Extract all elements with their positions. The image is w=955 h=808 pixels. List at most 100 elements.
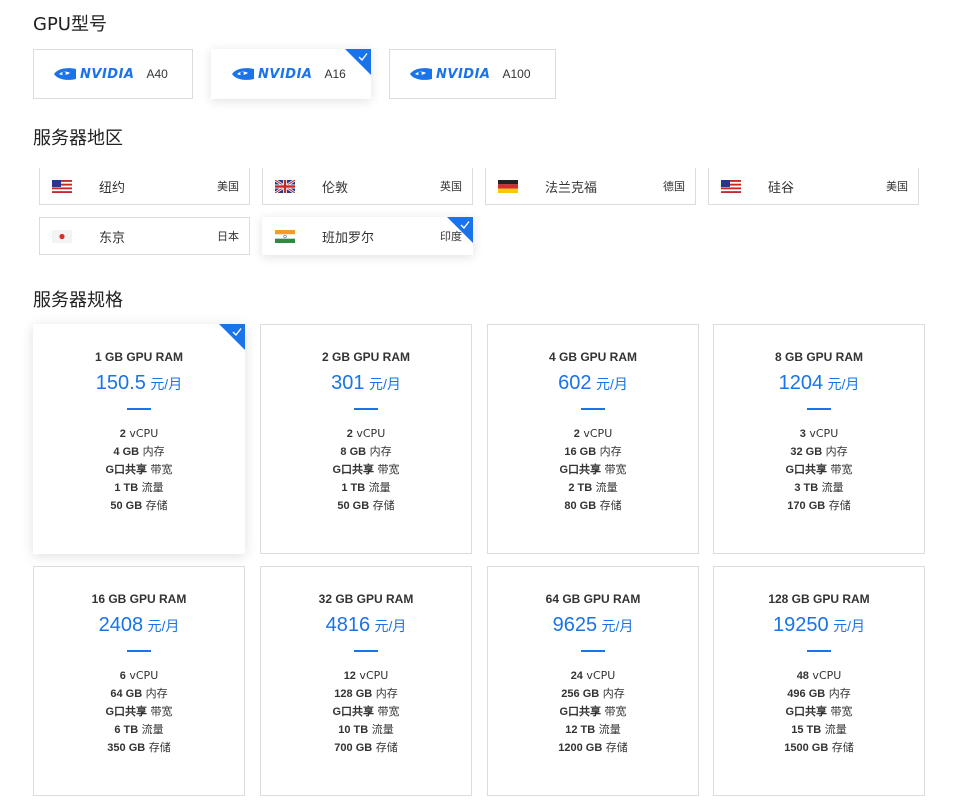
nvidia-logo-icon: NVIDIA [231,67,312,82]
spec-price: 9625 元/月 [552,614,634,636]
gpu-model-label: A16 [324,67,346,81]
spec-traffic: 1 TB 流量 [341,481,391,494]
spec-card[interactable]: 1 GB GPU RAM 150.5 元/月 2 vCPU 4 GB 内存 G口共享 带… [33,324,245,554]
spec-storage: 80 GB 存储 [564,499,622,512]
region-country: 日本 [217,230,239,243]
spec-traffic: 1 TB 流量 [114,481,164,494]
selected-check-icon [447,217,473,243]
divider [354,650,378,652]
divider [127,408,151,410]
spec-price: 2408 元/月 [98,614,180,636]
spec-memory: 256 GB 内存 [561,687,625,700]
gpu-section-title: GPU型号 [33,14,107,35]
selected-check-icon [219,324,245,350]
spec-section-title: 服务器规格 [33,290,123,311]
spec-bandwidth: G口共享 带宽 [785,463,853,476]
region-city: 纽约 [99,180,126,196]
spec-card[interactable]: 128 GB GPU RAM 19250 元/月 48 vCPU 496 GB 内存 G… [713,566,925,796]
spec-memory: 8 GB 内存 [340,445,392,458]
spec-card[interactable]: 2 GB GPU RAM 301 元/月 2 vCPU 8 GB 内存 G口共享 带宽 1… [260,324,472,554]
selected-check-icon [345,49,371,75]
jp-flag-icon [40,229,72,243]
brand-label: NVIDIA [258,66,313,82]
spec-card[interactable]: 64 GB GPU RAM 9625 元/月 24 vCPU 256 GB 内存 G口共… [487,566,699,796]
spec-gpu-ram: 128 GB GPU RAM [768,592,870,606]
gpu-option-a16[interactable]: NVIDIA A16 [211,49,371,99]
spec-price: 150.5 元/月 [95,372,183,394]
region-section-title: 服务器地区 [33,128,123,149]
spec-gpu-ram: 32 GB GPU RAM [318,592,414,606]
spec-storage: 1500 GB 存储 [784,741,854,754]
spec-memory: 16 GB 内存 [564,445,622,458]
divider [807,408,831,410]
gpu-model-label: A100 [502,67,531,81]
region-option[interactable]: 东京 日本 [39,217,250,255]
spec-bandwidth: G口共享 带宽 [332,705,400,718]
spec-vcpu: 2 vCPU [346,427,386,440]
spec-bandwidth: G口共享 带宽 [105,463,173,476]
spec-bandwidth: G口共享 带宽 [332,463,400,476]
region-city: 班加罗尔 [322,230,375,246]
divider [581,650,605,652]
spec-memory: 32 GB 内存 [790,445,848,458]
spec-gpu-ram: 2 GB GPU RAM [321,350,410,364]
us-flag-icon [40,179,72,193]
spec-gpu-ram: 8 GB GPU RAM [774,350,863,364]
spec-traffic: 3 TB 流量 [794,481,844,494]
gpu-model-label: A40 [146,67,168,81]
region-option[interactable]: 纽约 美国 [39,168,250,205]
spec-storage: 50 GB 存储 [110,499,168,512]
spec-vcpu: 12 vCPU [343,669,389,682]
spec-bandwidth: G口共享 带宽 [105,705,173,718]
spec-price: 602 元/月 [558,372,628,394]
region-option[interactable]: 班加罗尔 印度 [262,217,473,255]
uk-flag-icon [263,179,295,193]
spec-gpu-ram: 1 GB GPU RAM [94,350,183,364]
in-flag-icon [263,229,295,243]
spec-card[interactable]: 8 GB GPU RAM 1204 元/月 3 vCPU 32 GB 内存 G口共享 带… [713,324,925,554]
spec-price: 19250 元/月 [773,614,865,636]
gpu-option-a100[interactable]: NVIDIA A100 [389,49,556,99]
region-city: 伦敦 [322,180,349,196]
divider [354,408,378,410]
spec-price: 4816 元/月 [325,614,407,636]
spec-bandwidth: G口共享 带宽 [559,705,627,718]
spec-card[interactable]: 32 GB GPU RAM 4816 元/月 12 vCPU 128 GB 内存 G口共… [260,566,472,796]
gpu-option-a40[interactable]: NVIDIA A40 [33,49,193,99]
region-country: 美国 [217,180,239,193]
spec-card[interactable]: 16 GB GPU RAM 2408 元/月 6 vCPU 64 GB 内存 G口共享 … [33,566,245,796]
brand-label: NVIDIA [436,66,491,82]
spec-gpu-ram: 4 GB GPU RAM [548,350,637,364]
region-country: 德国 [663,180,685,193]
us-flag-icon [709,179,741,193]
region-option[interactable]: 法兰克福 德国 [485,168,696,205]
region-city: 东京 [99,230,126,246]
spec-bandwidth: G口共享 带宽 [785,705,853,718]
divider [581,408,605,410]
spec-vcpu: 48 vCPU [796,669,842,682]
spec-bandwidth: G口共享 带宽 [559,463,627,476]
nvidia-logo-icon: NVIDIA [53,67,134,82]
region-city: 硅谷 [768,180,795,196]
spec-vcpu: 2 vCPU [119,427,159,440]
spec-memory: 496 GB 内存 [787,687,851,700]
spec-memory: 128 GB 内存 [334,687,398,700]
spec-traffic: 6 TB 流量 [114,723,164,736]
spec-storage: 700 GB 存储 [334,741,398,754]
spec-storage: 170 GB 存储 [787,499,851,512]
spec-price: 1204 元/月 [778,372,860,394]
de-flag-icon [486,179,518,193]
region-option[interactable]: 伦敦 英国 [262,168,473,205]
region-country: 美国 [886,180,908,193]
spec-card[interactable]: 4 GB GPU RAM 602 元/月 2 vCPU 16 GB 内存 G口共享 带宽… [487,324,699,554]
spec-traffic: 10 TB 流量 [338,723,394,736]
spec-traffic: 15 TB 流量 [791,723,847,736]
spec-gpu-ram: 16 GB GPU RAM [91,592,187,606]
divider [807,650,831,652]
nvidia-logo-icon: NVIDIA [409,67,490,82]
region-country: 英国 [440,180,462,193]
spec-gpu-ram: 64 GB GPU RAM [545,592,641,606]
brand-label: NVIDIA [80,66,135,82]
spec-traffic: 2 TB 流量 [568,481,618,494]
region-option[interactable]: 硅谷 美国 [708,168,919,205]
